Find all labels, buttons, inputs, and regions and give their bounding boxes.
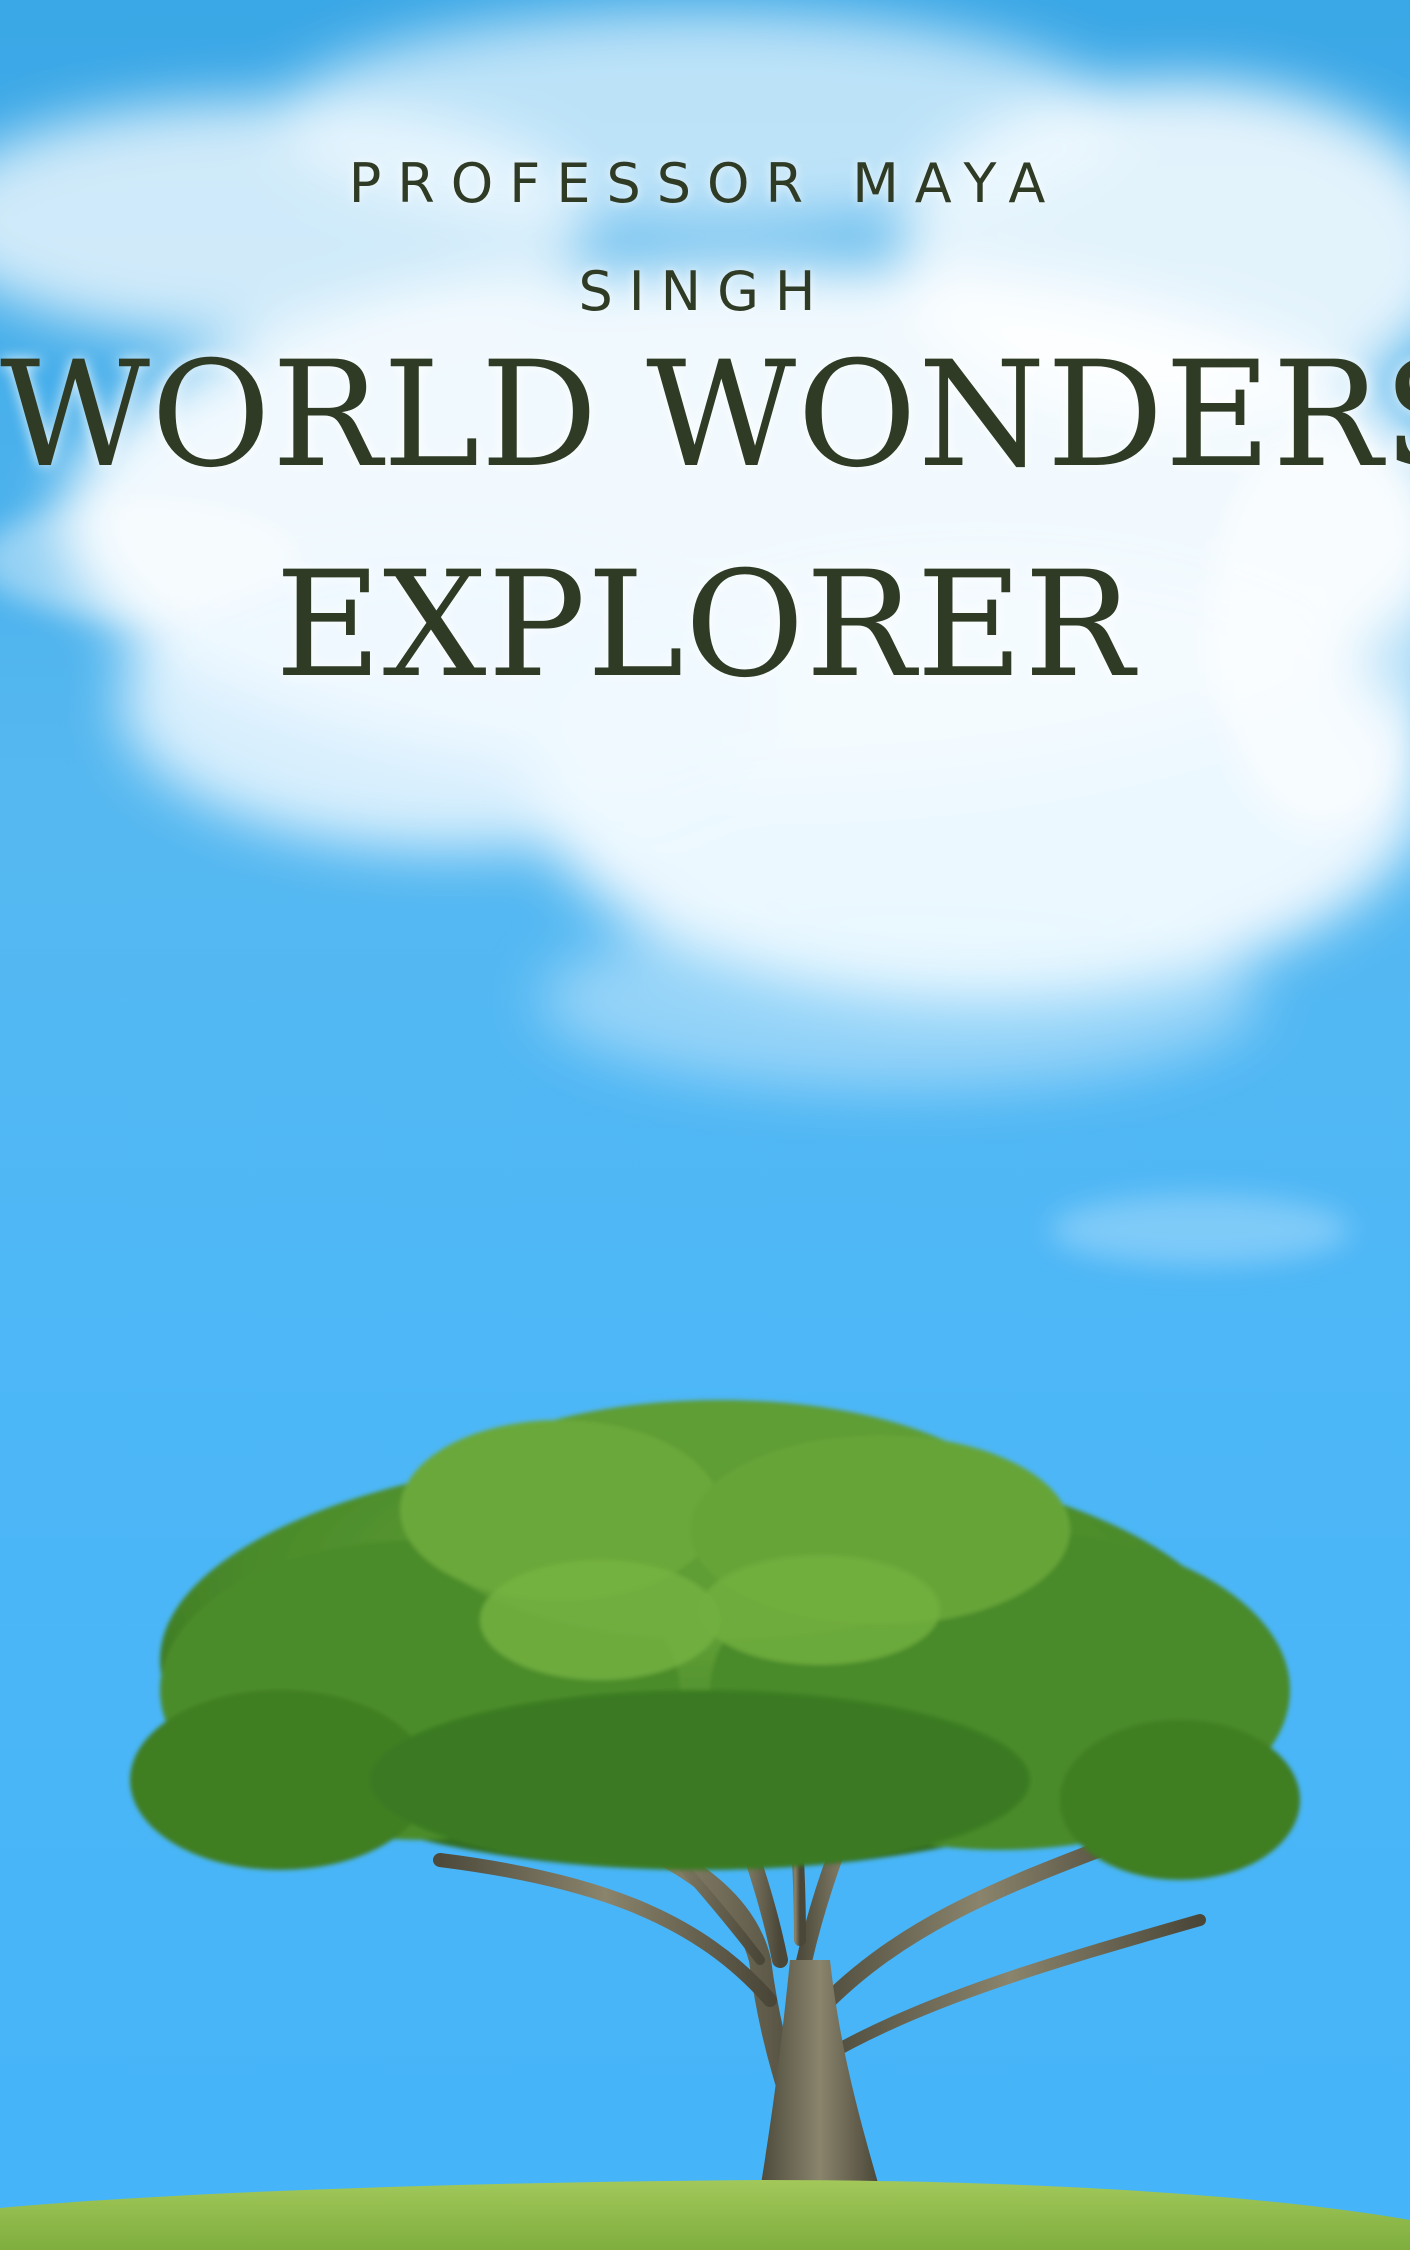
grass-ground (0, 2180, 1410, 2250)
tree-canopy (130, 1400, 1300, 1880)
book-cover: PROFESSOR MAYA SINGH WORLD WONDERS EXPLO… (0, 0, 1410, 2250)
book-title-line-1: WORLD WONDERS (0, 330, 1410, 500)
tree-trunk (760, 1960, 880, 2190)
book-title-line-2: EXPLORER (275, 540, 1135, 710)
author-name-line-1: PROFESSOR MAYA (348, 152, 1062, 215)
tree-illustration (0, 1400, 1410, 2250)
book-title: WORLD WONDERS EXPLORER (0, 310, 1410, 730)
